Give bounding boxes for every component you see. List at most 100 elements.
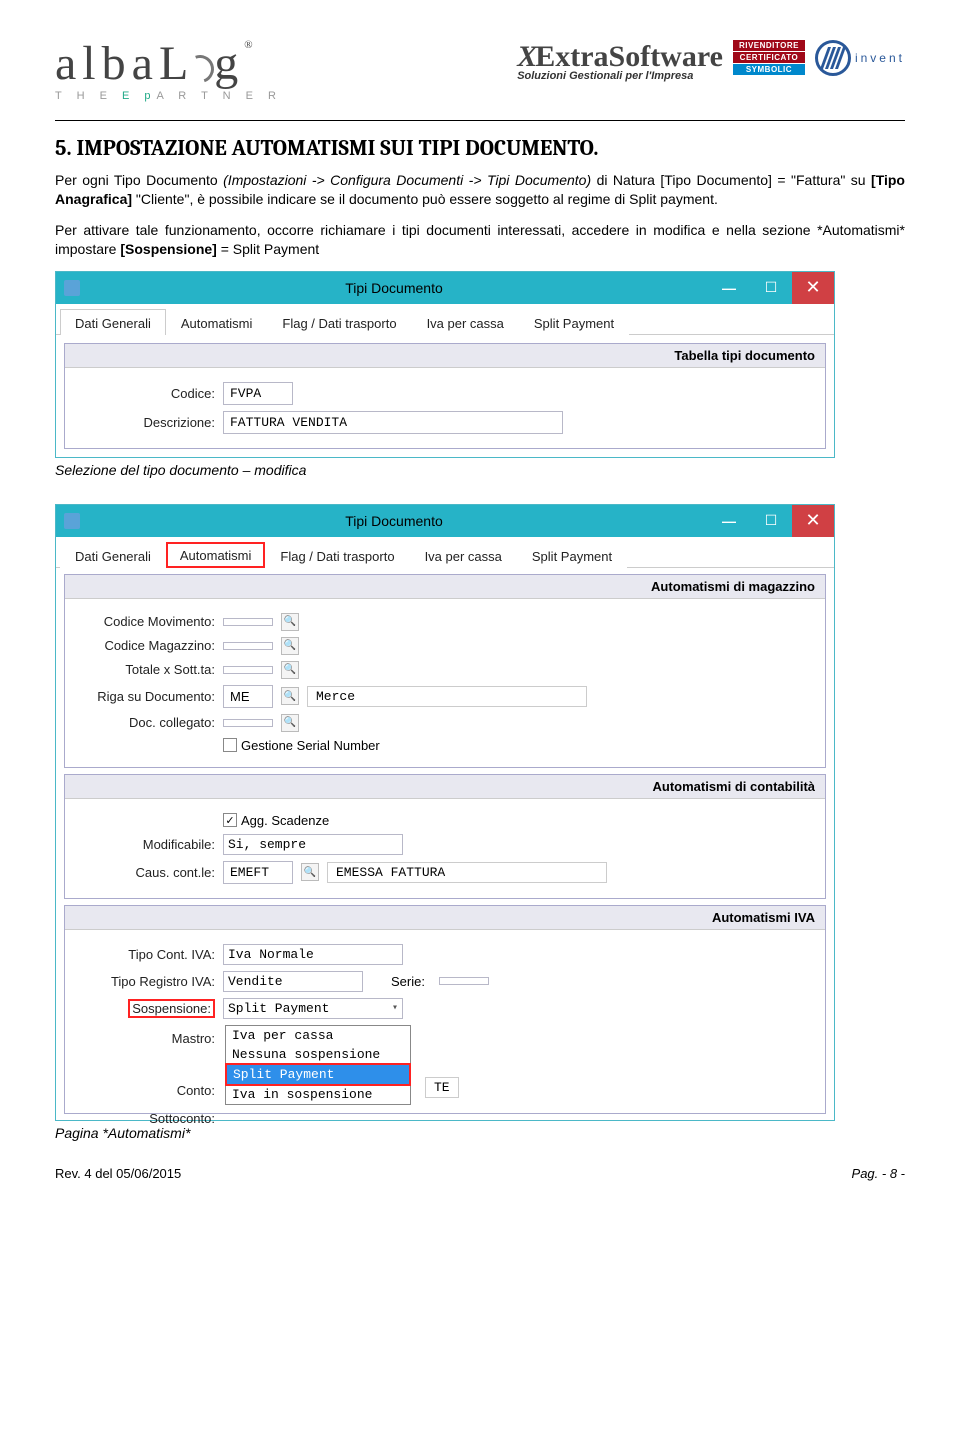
descrizione-input[interactable]: FATTURA VENDITA [223, 411, 563, 434]
extrasoftware-logo: XExtraSoftware Soluzioni Gestionali per … [517, 40, 723, 82]
window-tipi-documento-1: Tipi Documento — ☐ ✕ Dati Generali Autom… [55, 271, 835, 458]
option-split-payment-selected[interactable]: Split Payment [225, 1063, 411, 1086]
logo-tagline: T H E E pA R T N E R [55, 90, 282, 102]
panel-header: Tabella tipi documento [65, 344, 825, 368]
tab-dati-generali[interactable]: Dati Generali [60, 542, 166, 568]
extrasoftware-sub: Soluzioni Gestionali per l'Impresa [517, 70, 723, 82]
app-icon [64, 513, 80, 529]
panel-tabella-tipi: Tabella tipi documento Codice: FVPA Desc… [64, 343, 826, 449]
page-header: albaLg® T H E E pA R T N E R XExtraSoftw… [55, 40, 905, 102]
codice-magazzino-input[interactable] [223, 642, 273, 650]
codice-magazzino-label: Codice Magazzino: [75, 638, 215, 653]
tab-flag-dati-trasporto[interactable]: Flag / Dati trasporto [265, 542, 409, 568]
riga-su-documento-label: Riga su Documento: [75, 689, 215, 704]
tab-flag-dati-trasporto[interactable]: Flag / Dati trasporto [267, 309, 411, 335]
tab-iva-per-cassa[interactable]: Iva per cassa [412, 309, 519, 335]
group-automatismi-iva: Automatismi IVA Tipo Cont. IVA: Iva Norm… [64, 905, 826, 1114]
doc-collegato-input[interactable] [223, 719, 273, 727]
window-tipi-documento-2: Tipi Documento — ☐ ✕ Dati Generali Autom… [55, 504, 835, 1121]
mastro-label: Mastro: [75, 1031, 215, 1046]
serie-label: Serie: [391, 974, 425, 989]
conto-display: TE [425, 1077, 459, 1098]
codice-movimento-label: Codice Movimento: [75, 614, 215, 629]
codice-movimento-input[interactable] [223, 618, 273, 626]
group-automatismi-magazzino: Automatismi di magazzino Codice Moviment… [64, 574, 826, 768]
tab-dati-generali[interactable]: Dati Generali [60, 309, 166, 335]
sospensione-options-list[interactable]: Iva per cassa Nessuna sospensione Split … [225, 1025, 411, 1105]
certification-badges: RIVENDITORE CERTIFICATO SYMBOLIC [733, 40, 805, 75]
option-iva-in-sospensione[interactable]: Iva in sospensione [226, 1085, 410, 1104]
page-number: Pag. - 8 - [852, 1166, 905, 1181]
hp-circle-icon [815, 40, 851, 76]
paragraph-2: Per attivare tale funzionamento, occorre… [55, 221, 905, 259]
lookup-icon[interactable]: 🔍 [301, 863, 319, 881]
albalog-logo: albaLg® T H E E pA R T N E R [55, 40, 282, 102]
maximize-button[interactable]: ☐ [750, 505, 792, 537]
lookup-icon[interactable]: 🔍 [281, 637, 299, 655]
logo-text-main: albaL [55, 37, 194, 90]
group-automatismi-contabilita: Automatismi di contabilità ✓ Agg. Scaden… [64, 774, 826, 899]
option-nessuna-sospensione[interactable]: Nessuna sospensione [226, 1045, 410, 1064]
doc-collegato-label: Doc. collegato: [75, 715, 215, 730]
close-button[interactable]: ✕ [792, 272, 834, 304]
logo-text-suffix: g [214, 37, 244, 90]
window-title: Tipi Documento [80, 280, 708, 296]
group-header-iva: Automatismi IVA [65, 906, 825, 930]
riga-desc-display: Merce [307, 686, 587, 707]
lookup-icon[interactable]: 🔍 [281, 687, 299, 705]
window-title-2: Tipi Documento [80, 513, 708, 529]
sospensione-dropdown[interactable]: Split Payment▾ [223, 998, 403, 1019]
sospensione-label-highlighted: Sospensione: [128, 999, 215, 1018]
riga-su-documento-input[interactable]: ME [223, 685, 273, 708]
tipo-registro-iva-label: Tipo Registro IVA: [75, 974, 215, 989]
partner-logos: XExtraSoftware Soluzioni Gestionali per … [517, 40, 905, 82]
tabs-row: Dati Generali Automatismi Flag / Dati tr… [56, 304, 834, 335]
minimize-button[interactable]: — [708, 505, 750, 537]
chevron-down-icon: ▾ [392, 1002, 398, 1014]
checkbox-serial-number[interactable]: Gestione Serial Number [223, 738, 380, 753]
titlebar-2: Tipi Documento — ☐ ✕ [56, 505, 834, 537]
codice-label: Codice: [75, 386, 215, 401]
codice-input[interactable]: FVPA [223, 382, 293, 405]
hp-invent-text: invent [855, 51, 905, 65]
checkbox-serial-label: Gestione Serial Number [241, 738, 380, 753]
badge-symbolic: SYMBOLIC [733, 64, 805, 75]
checkbox-icon-checked[interactable]: ✓ [223, 813, 237, 827]
checkbox-agg-scadenze[interactable]: ✓ Agg. Scadenze [223, 813, 329, 828]
paragraph-1: Per ogni Tipo Documento (Impostazioni ->… [55, 171, 905, 209]
tipo-cont-iva-label: Tipo Cont. IVA: [75, 947, 215, 962]
header-divider [55, 120, 905, 123]
lookup-icon[interactable]: 🔍 [281, 613, 299, 631]
totale-sottta-input[interactable] [223, 666, 273, 674]
tab-iva-per-cassa[interactable]: Iva per cassa [410, 542, 517, 568]
section-title: 5. IMPOSTAZIONE AUTOMATISMI SUI TIPI DOC… [55, 135, 905, 161]
lookup-icon[interactable]: 🔍 [281, 661, 299, 679]
tab-automatismi-active[interactable]: Automatismi [166, 542, 266, 568]
checkbox-icon[interactable] [223, 738, 237, 752]
close-button[interactable]: ✕ [792, 505, 834, 537]
caus-desc-display: EMESSA FATTURA [327, 862, 607, 883]
tipo-registro-iva-dropdown[interactable]: Vendite [223, 971, 363, 992]
page-footer: Rev. 4 del 05/06/2015 Pag. - 8 - [55, 1166, 905, 1181]
conto-label: Conto: [75, 1083, 215, 1098]
descrizione-label: Descrizione: [75, 415, 215, 430]
tab-split-payment[interactable]: Split Payment [519, 309, 629, 335]
minimize-button[interactable]: — [708, 272, 750, 304]
tab-split-payment[interactable]: Split Payment [517, 542, 627, 568]
tipo-cont-iva-dropdown[interactable]: Iva Normale [223, 944, 403, 965]
group-header-magazzino: Automatismi di magazzino [65, 575, 825, 599]
app-icon [64, 280, 80, 296]
lookup-icon[interactable]: 🔍 [281, 714, 299, 732]
caus-contle-label: Caus. cont.le: [75, 865, 215, 880]
group-header-contabilita: Automatismi di contabilità [65, 775, 825, 799]
caus-contle-input[interactable]: EMEFT [223, 861, 293, 884]
modificabile-dropdown[interactable]: Si, sempre [223, 834, 403, 855]
tab-automatismi[interactable]: Automatismi [166, 309, 268, 335]
caption-1: Selezione del tipo documento – modifica [55, 462, 905, 478]
hp-logo: invent [815, 40, 905, 76]
maximize-button[interactable]: ☐ [750, 272, 792, 304]
option-iva-per-cassa[interactable]: Iva per cassa [226, 1026, 410, 1045]
serie-input[interactable] [439, 977, 489, 985]
caption-2: Pagina *Automatismi* [55, 1125, 905, 1141]
badge-rivenditore: RIVENDITORE [733, 40, 805, 51]
